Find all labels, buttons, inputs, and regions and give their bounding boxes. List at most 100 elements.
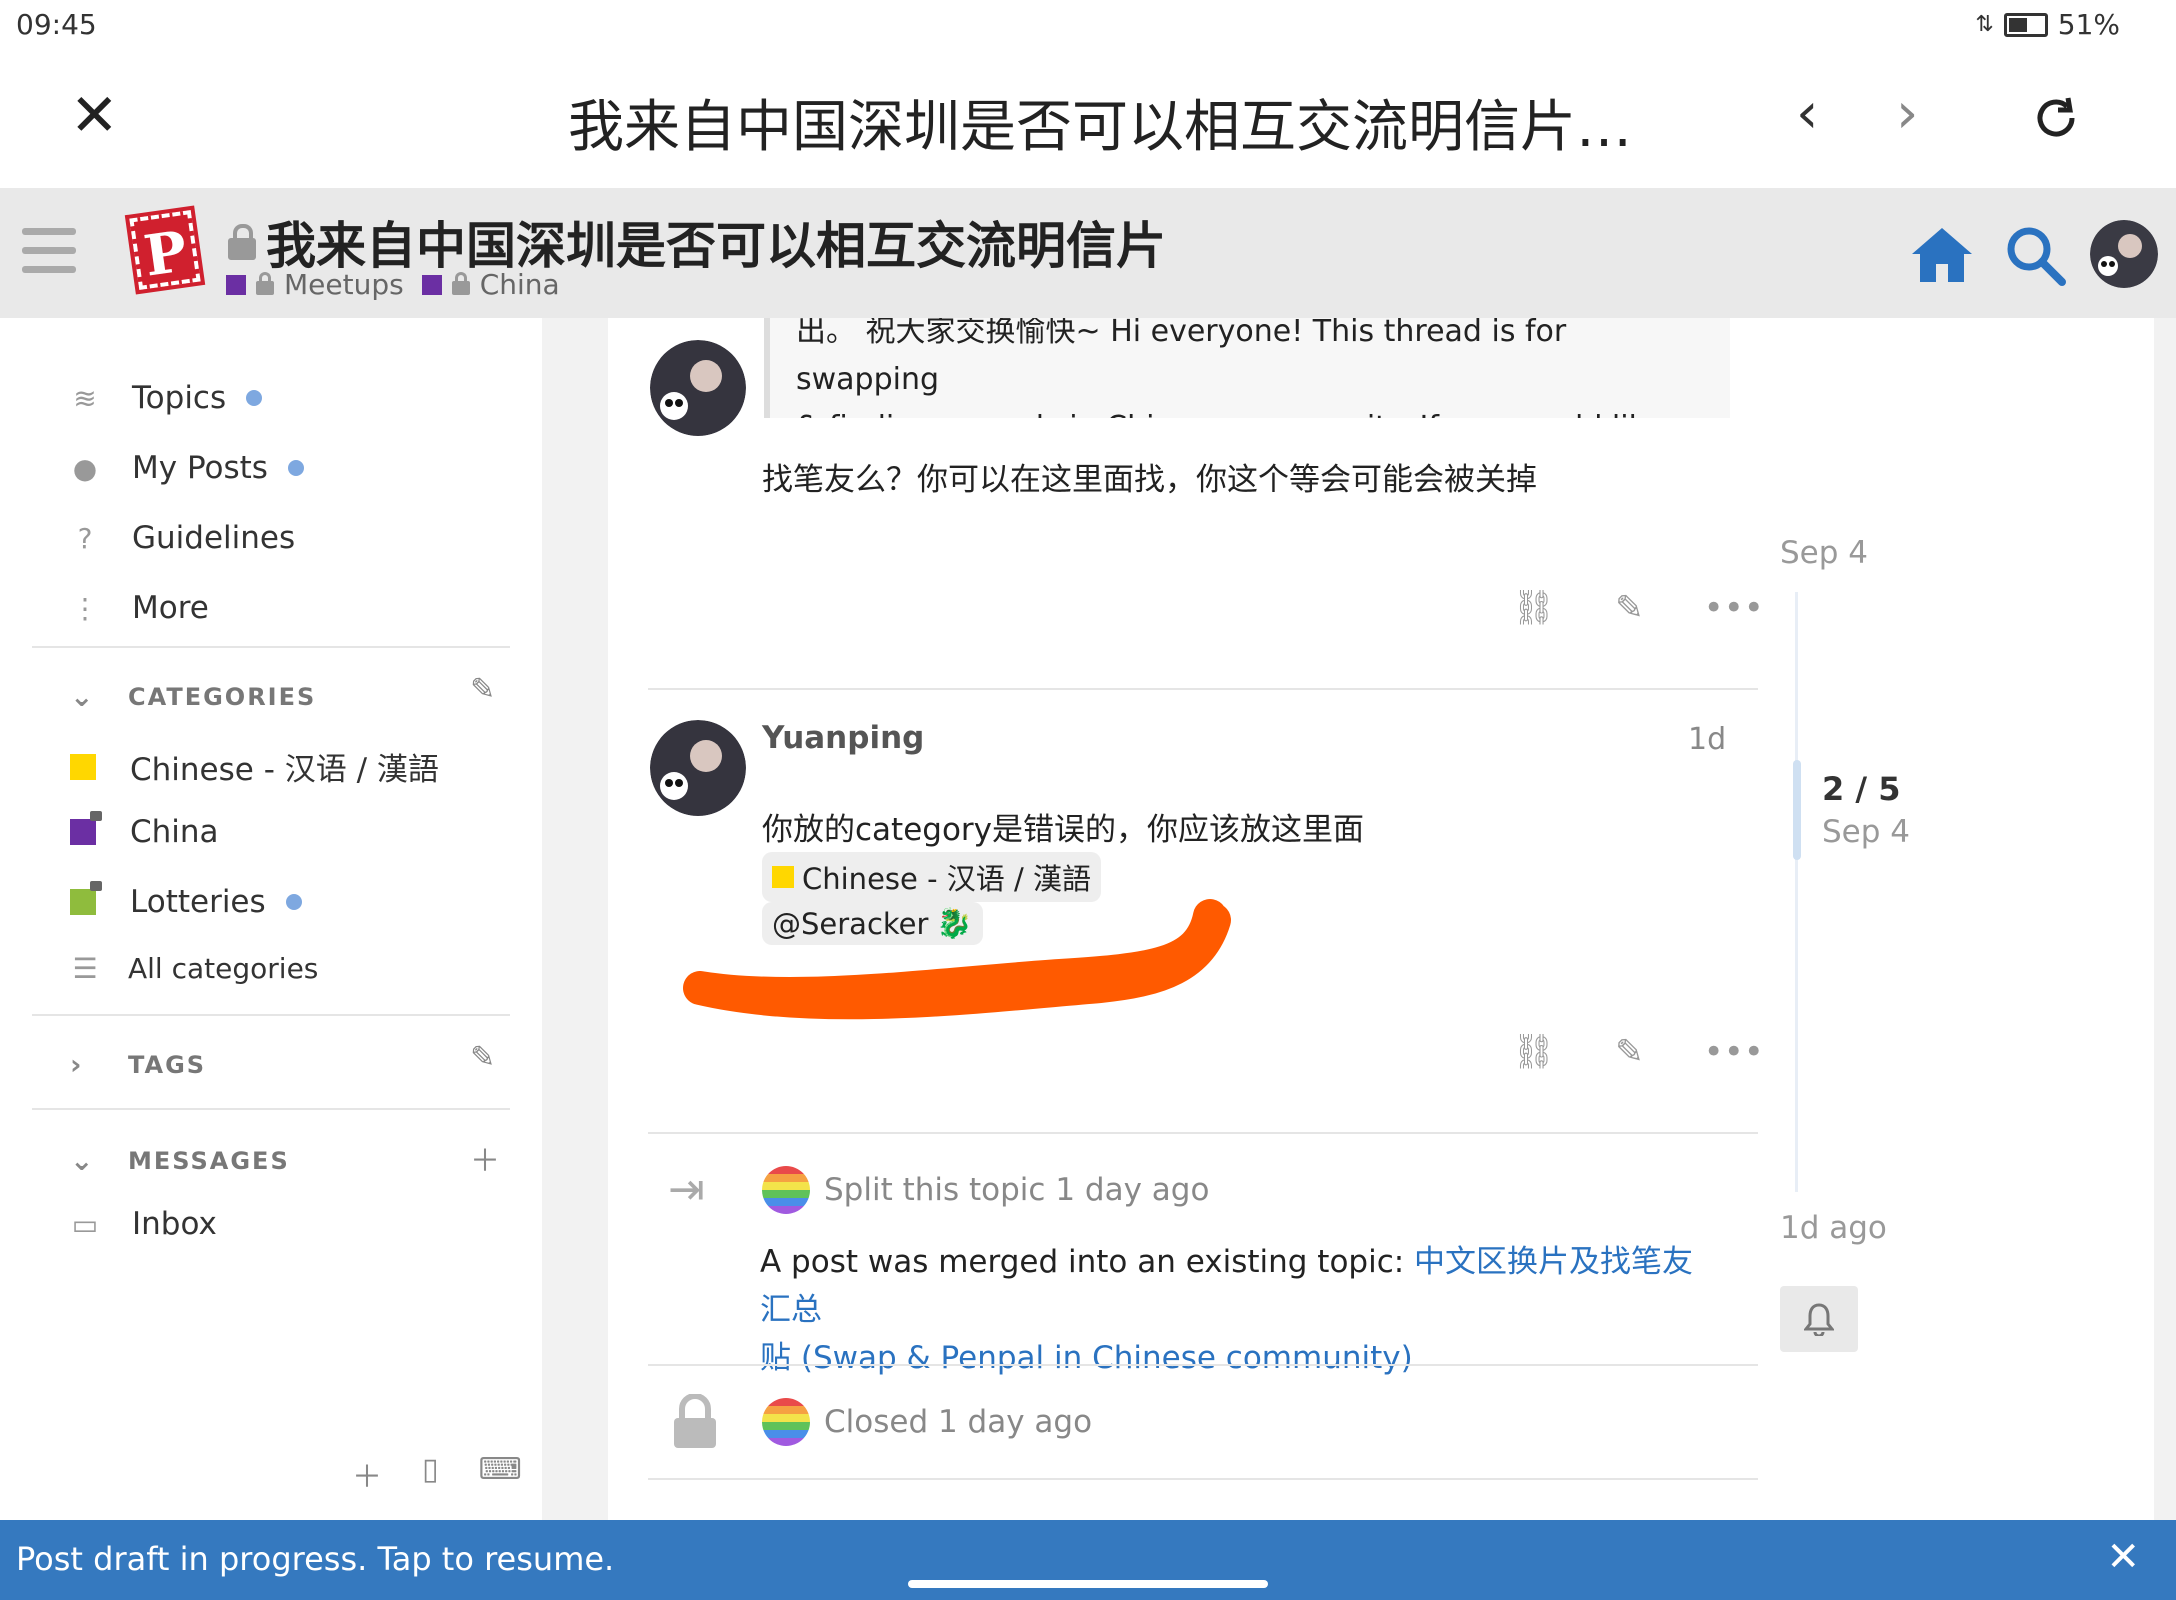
home-icon[interactable] bbox=[1910, 226, 1974, 284]
category-link-meetups[interactable]: Meetups bbox=[284, 268, 404, 301]
chip-label: Chinese - 汉语 / 漢語 bbox=[802, 862, 1091, 896]
search-icon[interactable] bbox=[2004, 224, 2066, 286]
sidebar: ≋ Topics ● My Posts ? Guidelines ⋮ More … bbox=[0, 318, 542, 1520]
timeline-end-date[interactable]: 1d ago bbox=[1780, 1210, 1887, 1246]
header-category-badges: Meetups China bbox=[226, 268, 560, 301]
sidebar-item-topics[interactable]: ≋ Topics bbox=[70, 380, 263, 416]
close-icon[interactable]: ✕ bbox=[2106, 1534, 2140, 1580]
bell-icon bbox=[1804, 1303, 1834, 1336]
sidebar-item-label: Lotteries bbox=[130, 884, 266, 920]
draft-banner[interactable]: Post draft in progress. Tap to resume. ✕ bbox=[0, 1520, 2176, 1600]
category-color-swatch bbox=[70, 881, 102, 915]
merge-message: A post was merged into an existing topic… bbox=[760, 1238, 1720, 1382]
split-text: Split this topic 1 day ago bbox=[824, 1172, 1210, 1208]
category-link-china[interactable]: China bbox=[480, 268, 560, 301]
section-title: MESSAGES bbox=[128, 1146, 290, 1175]
lock-icon bbox=[90, 811, 102, 821]
avatar[interactable] bbox=[650, 340, 746, 436]
divider bbox=[32, 646, 510, 648]
tags-section-header[interactable]: › TAGS bbox=[70, 1048, 206, 1081]
sidebar-item-label: China bbox=[130, 814, 219, 850]
new-message-plus-icon[interactable]: ＋ bbox=[470, 1136, 500, 1180]
sidebar-category-lotteries[interactable]: Lotteries bbox=[70, 881, 302, 920]
notifications-button[interactable] bbox=[1780, 1286, 1858, 1352]
edit-categories-pencil-icon[interactable]: ✎ bbox=[470, 672, 495, 707]
browser-title: 我来自中国深圳是否可以相互交流明信片… bbox=[568, 95, 1632, 152]
sidebar-item-label: Topics bbox=[132, 380, 227, 416]
pencil-icon[interactable]: ✎ bbox=[1615, 1032, 1644, 1072]
site-logo[interactable]: P bbox=[124, 205, 206, 295]
merged-topic-link[interactable]: 贴 (Swap & Penpal in Chinese community) bbox=[760, 1340, 1413, 1376]
category-color-swatch bbox=[772, 866, 794, 888]
chevron-right-icon: › bbox=[70, 1048, 84, 1081]
category-color-swatch bbox=[226, 274, 246, 295]
sidebar-item-my-posts[interactable]: ● My Posts bbox=[70, 450, 304, 486]
divider bbox=[648, 688, 1758, 690]
avatar[interactable] bbox=[650, 720, 746, 816]
avatar[interactable] bbox=[762, 1166, 810, 1214]
chevron-down-icon: ⌄ bbox=[70, 1144, 96, 1177]
timeline-start-date[interactable]: Sep 4 bbox=[1780, 535, 1868, 571]
refresh-icon[interactable] bbox=[2030, 92, 2082, 144]
timeline-track bbox=[1795, 592, 1798, 1192]
sidebar-item-more[interactable]: ⋮ More bbox=[70, 590, 209, 626]
sidebar-footer-actions: ＋ ▯ ⌨ bbox=[352, 1452, 522, 1496]
chevron-down-icon: ⌄ bbox=[70, 680, 96, 713]
sidebar-item-guidelines[interactable]: ? Guidelines bbox=[70, 520, 296, 556]
hamburger-menu-icon[interactable] bbox=[22, 228, 76, 274]
categories-section-header[interactable]: ⌄ CATEGORIES bbox=[70, 680, 316, 713]
quote-text: 出。 祝大家交换愉快~ Hi everyone! This thread is … bbox=[796, 318, 1567, 397]
browser-toolbar: ✕ 我来自中国深圳是否可以相互交流明信片… ‹ › bbox=[0, 52, 2176, 188]
post-username[interactable]: Yuanping bbox=[762, 720, 924, 756]
layers-icon: ≋ bbox=[73, 381, 97, 415]
quote-text: & finding penpals in Chinese community. … bbox=[796, 404, 1700, 418]
unread-dot bbox=[287, 460, 304, 476]
sidebar-category-china[interactable]: China bbox=[70, 811, 219, 850]
battery-icon bbox=[2003, 12, 2048, 37]
user-avatar[interactable] bbox=[2090, 220, 2158, 288]
wifi-icon: ⇅ bbox=[1975, 12, 1994, 37]
question-circle-icon: ? bbox=[77, 521, 93, 555]
forward-icon[interactable]: › bbox=[1896, 86, 1918, 142]
status-icons: ⇅ 51% bbox=[1975, 8, 2120, 41]
divider bbox=[32, 1014, 510, 1016]
unread-dot bbox=[246, 390, 263, 406]
post-body: 你放的category是错误的，你应该放这里面 bbox=[762, 812, 1365, 848]
keyboard-icon[interactable]: ⌨ bbox=[479, 1452, 522, 1496]
plus-icon[interactable]: ＋ bbox=[352, 1452, 382, 1496]
draft-banner-text: Post draft in progress. Tap to resume. bbox=[16, 1540, 615, 1578]
mobile-icon[interactable]: ▯ bbox=[422, 1452, 439, 1496]
inbox-icon: ▭ bbox=[71, 1207, 99, 1241]
divider bbox=[648, 1132, 1758, 1134]
sidebar-all-categories[interactable]: ☰ All categories bbox=[70, 952, 318, 985]
link-icon[interactable]: ⛓ bbox=[1512, 1032, 1555, 1072]
lock-icon bbox=[90, 881, 102, 891]
sidebar-item-label: More bbox=[132, 590, 209, 626]
clock: 09:45 bbox=[16, 8, 97, 41]
category-chip[interactable]: Chinese - 汉语 / 漢語 bbox=[762, 852, 1101, 902]
quote-block: 出。 祝大家交换愉快~ Hi everyone! This thread is … bbox=[764, 318, 1730, 418]
merge-prefix: A post was merged into an existing topic… bbox=[760, 1244, 1415, 1280]
sidebar-item-label: Inbox bbox=[132, 1206, 217, 1242]
sidebar-category-chinese[interactable]: Chinese - 汉语 / 漢語 bbox=[70, 744, 439, 789]
edit-tags-pencil-icon[interactable]: ✎ bbox=[470, 1040, 495, 1075]
post-date[interactable]: 1d bbox=[1688, 722, 1726, 757]
closed-text: Closed 1 day ago bbox=[824, 1404, 1093, 1440]
more-options-icon[interactable]: ••• bbox=[1704, 1032, 1764, 1072]
close-icon[interactable]: ✕ bbox=[70, 86, 120, 144]
more-options-icon[interactable]: ••• bbox=[1704, 588, 1764, 628]
sidebar-item-inbox[interactable]: ▭ Inbox bbox=[70, 1206, 217, 1242]
pencil-icon[interactable]: ✎ bbox=[1615, 588, 1644, 628]
back-icon[interactable]: ‹ bbox=[1796, 86, 1818, 142]
category-color-swatch bbox=[70, 811, 102, 845]
sidebar-item-label: Chinese - 汉语 / 漢語 bbox=[130, 752, 439, 788]
battery-level: 51% bbox=[2057, 8, 2120, 41]
link-icon[interactable]: ⛓ bbox=[1512, 588, 1555, 628]
messages-section-header[interactable]: ⌄ MESSAGES bbox=[70, 1144, 290, 1177]
timeline-current-date: Sep 4 bbox=[1822, 814, 1911, 850]
sidebar-item-label: Guidelines bbox=[132, 520, 296, 556]
timeline-handle[interactable] bbox=[1793, 760, 1801, 860]
category-color-swatch bbox=[70, 753, 96, 780]
divider bbox=[648, 1478, 1758, 1480]
avatar[interactable] bbox=[762, 1398, 810, 1446]
